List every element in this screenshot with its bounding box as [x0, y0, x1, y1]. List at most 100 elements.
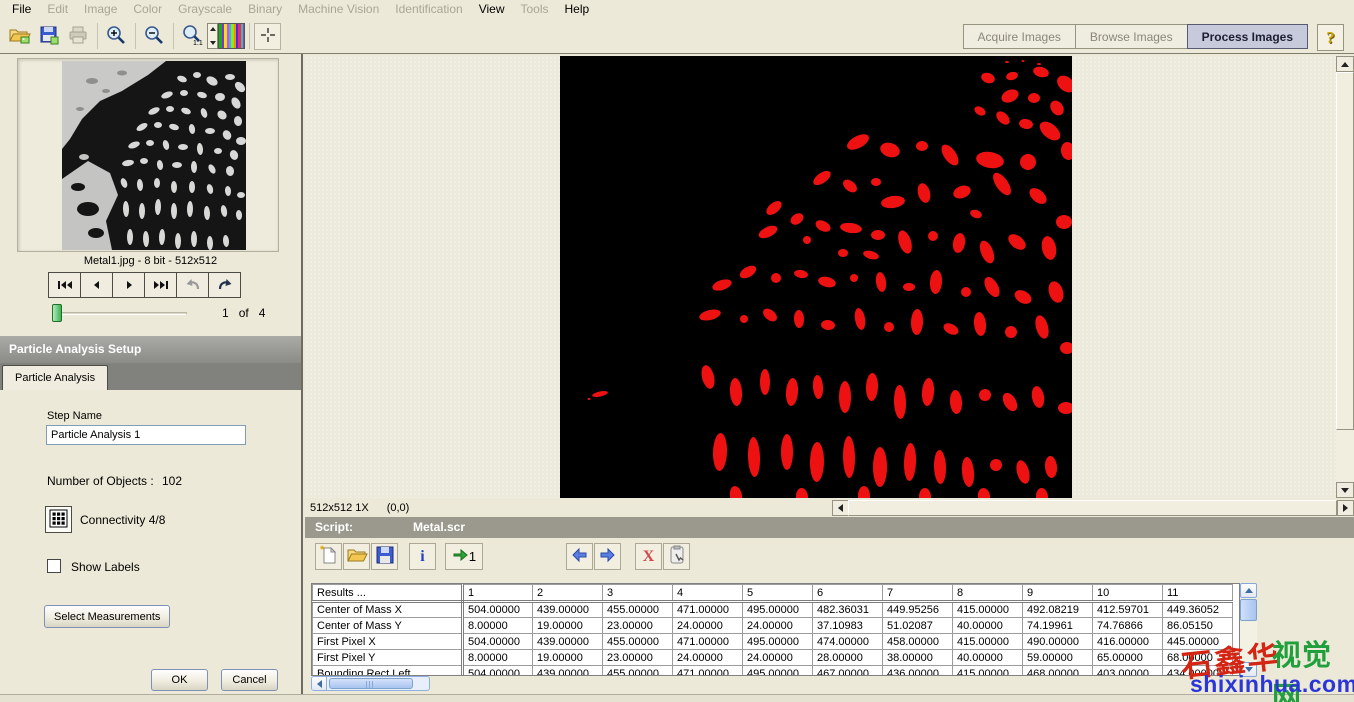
results-cell[interactable]: 38.00000 — [883, 650, 953, 666]
results-cell[interactable]: 458.00000 — [883, 634, 953, 650]
edit-step-button[interactable] — [663, 543, 690, 570]
results-col-header[interactable]: 2 — [533, 585, 603, 602]
cursor-tool-button[interactable] — [254, 23, 281, 50]
results-cell[interactable]: 74.19961 — [1023, 618, 1093, 634]
results-cell[interactable]: 468.00000 — [1023, 666, 1093, 677]
results-cell[interactable]: 439.00000 — [533, 666, 603, 677]
results-cell[interactable]: 439.00000 — [533, 602, 603, 618]
results-cell[interactable]: 403.00000 — [1093, 666, 1163, 677]
color-palette-icon[interactable] — [218, 23, 245, 49]
tab-particle-analysis[interactable]: Particle Analysis — [2, 365, 108, 390]
table-row[interactable]: First Pixel X504.00000439.00000455.00000… — [313, 634, 1233, 650]
next-image-button[interactable] — [112, 272, 145, 298]
results-row-label[interactable]: Center of Mass Y — [313, 618, 463, 634]
results-cell[interactable]: 455.00000 — [603, 602, 673, 618]
results-cell[interactable]: 490.00000 — [1023, 634, 1093, 650]
run-once-button[interactable]: 1 — [445, 543, 483, 570]
results-cell[interactable]: 482.36031 — [813, 602, 883, 618]
results-cell[interactable]: 68.00000 — [1163, 650, 1233, 666]
save-image-button[interactable] — [35, 23, 62, 50]
results-scroll-down-button[interactable] — [1240, 662, 1257, 677]
acquire-images-button[interactable]: Acquire Images — [963, 24, 1076, 49]
scroll-right-button[interactable] — [1337, 500, 1354, 516]
step-name-input[interactable] — [46, 425, 246, 445]
results-col-header[interactable]: 10 — [1093, 585, 1163, 602]
results-row-label[interactable]: Center of Mass X — [313, 602, 463, 618]
results-cell[interactable]: 471.00000 — [673, 666, 743, 677]
new-script-button[interactable]: * — [315, 543, 342, 570]
save-script-button[interactable] — [371, 543, 398, 570]
results-cell[interactable]: 445.00000 — [1163, 634, 1233, 650]
select-measurements-button[interactable]: Select Measurements — [44, 605, 170, 628]
previous-image-button[interactable] — [80, 272, 113, 298]
results-cell[interactable]: 40.00000 — [953, 618, 1023, 634]
results-cell[interactable]: 8.00000 — [463, 650, 533, 666]
thumbnail-image[interactable] — [62, 61, 246, 250]
table-row[interactable]: Center of Mass X504.00000439.00000455.00… — [313, 602, 1233, 618]
results-col-header[interactable]: 4 — [673, 585, 743, 602]
results-hscroll-thumb[interactable] — [329, 678, 413, 689]
step-forward-button[interactable] — [594, 543, 621, 570]
results-cell[interactable]: 24.00000 — [743, 650, 813, 666]
delete-step-button[interactable]: X — [635, 543, 662, 570]
results-col-header[interactable]: 7 — [883, 585, 953, 602]
results-cell[interactable]: 467.00000 — [813, 666, 883, 677]
results-col-header[interactable]: 11 — [1163, 585, 1233, 602]
results-cell[interactable]: 86.05150 — [1163, 618, 1233, 634]
table-row[interactable]: Bounding Rect Left504.00000439.00000455.… — [313, 666, 1233, 677]
results-col-header[interactable]: 8 — [953, 585, 1023, 602]
results-cell[interactable]: 434.00000 — [1163, 666, 1233, 677]
results-cell[interactable]: 436.00000 — [883, 666, 953, 677]
results-cell[interactable]: 455.00000 — [603, 666, 673, 677]
browse-images-button[interactable]: Browse Images — [1075, 24, 1188, 49]
results-row-label[interactable]: Bounding Rect Left — [313, 666, 463, 677]
ok-button[interactable]: OK — [151, 669, 208, 691]
menu-item-file[interactable]: File — [4, 0, 39, 19]
results-cell[interactable]: 8.00000 — [463, 618, 533, 634]
redo-button[interactable] — [208, 272, 241, 298]
table-row[interactable]: First Pixel Y8.0000019.0000023.0000024.0… — [313, 650, 1233, 666]
results-cell[interactable]: 19.00000 — [533, 618, 603, 634]
last-image-button[interactable] — [144, 272, 177, 298]
image-slider-thumb[interactable] — [52, 304, 62, 322]
results-col-header[interactable]: 1 — [463, 585, 533, 602]
script-info-button[interactable]: i — [409, 543, 436, 570]
results-cell[interactable]: 415.00000 — [953, 602, 1023, 618]
results-scroll-up-button[interactable] — [1240, 583, 1257, 598]
results-cell[interactable]: 474.00000 — [813, 634, 883, 650]
vertical-scroll-thumb[interactable] — [1336, 72, 1354, 430]
results-cell[interactable]: 24.00000 — [743, 618, 813, 634]
step-back-button[interactable] — [566, 543, 593, 570]
viewport-vertical-scrollbar[interactable] — [1336, 56, 1354, 498]
results-corner-cell[interactable]: Results ... — [313, 585, 463, 602]
cancel-button[interactable]: Cancel — [221, 669, 278, 691]
results-cell[interactable]: 495.00000 — [743, 666, 813, 677]
results-row-label[interactable]: First Pixel X — [313, 634, 463, 650]
results-cell[interactable]: 495.00000 — [743, 634, 813, 650]
results-row-label[interactable]: First Pixel Y — [313, 650, 463, 666]
results-col-header[interactable]: 6 — [813, 585, 883, 602]
results-cell[interactable]: 504.00000 — [463, 634, 533, 650]
results-vertical-scrollbar[interactable] — [1240, 583, 1257, 677]
results-col-header[interactable]: 5 — [743, 585, 813, 602]
zoom-spinner[interactable] — [207, 23, 218, 49]
results-cell[interactable]: 24.00000 — [673, 650, 743, 666]
results-cell[interactable]: 471.00000 — [673, 634, 743, 650]
results-cell[interactable]: 495.00000 — [743, 602, 813, 618]
table-row[interactable]: Center of Mass Y8.0000019.0000023.000002… — [313, 618, 1233, 634]
results-cell[interactable]: 40.00000 — [953, 650, 1023, 666]
results-cell[interactable]: 455.00000 — [603, 634, 673, 650]
open-image-button[interactable] — [6, 23, 33, 50]
zoom-in-button[interactable] — [102, 23, 129, 50]
results-cell[interactable]: 37.10983 — [813, 618, 883, 634]
scroll-down-button[interactable] — [1336, 482, 1354, 498]
open-script-button[interactable] — [343, 543, 370, 570]
results-cell[interactable]: 74.76866 — [1093, 618, 1163, 634]
show-labels-checkbox[interactable] — [47, 559, 61, 573]
results-cell[interactable]: 412.59701 — [1093, 602, 1163, 618]
process-images-button[interactable]: Process Images — [1187, 24, 1308, 49]
help-button[interactable]: ? — [1317, 24, 1344, 51]
results-cell[interactable]: 415.00000 — [953, 666, 1023, 677]
scroll-up-button[interactable] — [1336, 56, 1354, 72]
results-cell[interactable]: 449.36052 — [1163, 602, 1233, 618]
